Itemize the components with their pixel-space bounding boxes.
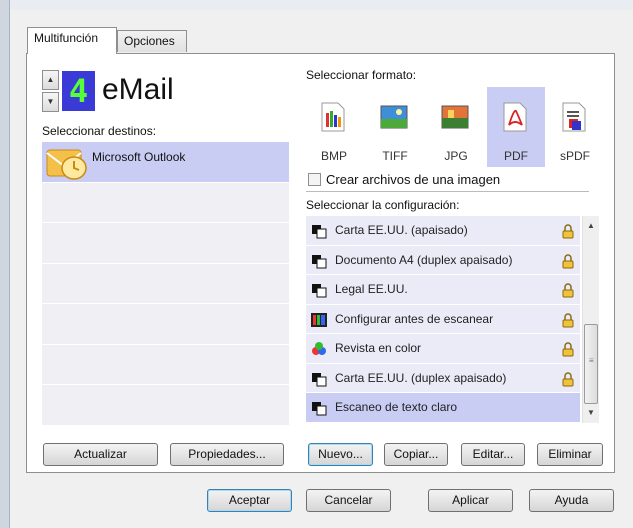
properties-button[interactable]: Propiedades...	[170, 443, 284, 466]
scan-page-icon	[312, 225, 327, 239]
lock-icon	[562, 371, 574, 386]
format-bmp[interactable]: BMP	[305, 87, 363, 167]
scan-page-icon	[312, 254, 327, 268]
spdf-icon	[562, 102, 586, 132]
scan-page-icon	[312, 284, 327, 298]
outlook-icon	[46, 149, 87, 180]
configuration-item-selected[interactable]: Escaneo de texto claro	[306, 393, 580, 423]
refresh-button[interactable]: Actualizar	[43, 443, 158, 466]
ok-button[interactable]: Aceptar	[207, 489, 292, 512]
configuration-label: Configurar antes de escanear	[335, 311, 494, 326]
destination-empty-row	[42, 304, 289, 345]
format-pdf[interactable]: PDF	[487, 87, 545, 167]
scan-page-icon	[312, 372, 327, 386]
delete-button[interactable]: Eliminar	[537, 443, 603, 466]
tiff-icon	[380, 105, 408, 129]
configuration-label: Revista en color	[335, 341, 422, 355]
configuration-list[interactable]: Carta EE.UU. (apaisado) Documento A4 (du…	[306, 216, 580, 423]
configuration-label: Legal EE.UU.	[335, 282, 408, 296]
configurations-heading: Seleccionar la configuración:	[306, 198, 460, 212]
single-image-files-checkbox[interactable]	[308, 173, 321, 186]
destination-empty-row	[42, 385, 289, 426]
destinations-heading: Seleccionar destinos:	[42, 124, 157, 138]
lock-icon	[562, 224, 574, 239]
configuration-item[interactable]: Revista en color	[306, 334, 580, 364]
edit-button[interactable]: Editar...	[461, 443, 525, 466]
help-button[interactable]: Ayuda	[529, 489, 614, 512]
new-button[interactable]: Nuevo...	[308, 443, 373, 466]
destination-empty-row	[42, 223, 289, 264]
formats-heading: Seleccionar formato:	[306, 68, 417, 82]
destination-spinner[interactable]: ▲ ▼	[42, 70, 59, 112]
scroll-thumb[interactable]: ≡	[584, 324, 598, 404]
color-blocks-icon	[312, 342, 326, 355]
format-spdf[interactable]: sPDF	[546, 87, 604, 167]
configuration-label: Carta EE.UU. (duplex apaisado)	[335, 370, 507, 385]
configuration-item[interactable]: Carta EE.UU. (apaisado)	[306, 216, 580, 246]
scan-page-icon	[312, 402, 327, 416]
scroll-down-arrow-icon[interactable]: ▼	[583, 405, 599, 421]
format-label: BMP	[320, 149, 347, 163]
spin-up-button[interactable]: ▲	[42, 70, 59, 90]
configuration-scrollbar[interactable]: ▲ ≡ ▼	[582, 216, 599, 423]
lock-icon	[562, 342, 574, 357]
configuration-item[interactable]: Configurar antes de escanear	[306, 304, 580, 334]
lock-icon	[562, 253, 574, 268]
configuration-label: Carta EE.UU. (apaisado)	[335, 223, 468, 237]
configuration-label: Documento A4 (duplex apaisado)	[335, 252, 513, 267]
format-label: PDF	[504, 149, 528, 163]
format-jpg[interactable]: JPG	[427, 87, 485, 167]
apply-button[interactable]: Aplicar	[428, 489, 513, 512]
single-image-files-option[interactable]: Crear archivos de una imagen	[308, 172, 500, 187]
grip-icon: ≡	[589, 356, 594, 365]
copy-button[interactable]: Copiar...	[384, 443, 448, 466]
destination-empty-row	[42, 344, 289, 385]
single-image-files-label: Crear archivos de una imagen	[326, 172, 501, 187]
destination-list[interactable]: Microsoft Outlook	[42, 142, 289, 426]
configuration-item[interactable]: Carta EE.UU. (duplex apaisado)	[306, 363, 580, 393]
configuration-label: Escaneo de texto claro	[335, 400, 458, 414]
jpg-icon	[441, 105, 469, 129]
divider	[306, 191, 589, 192]
format-label: TIFF	[382, 149, 408, 163]
lock-icon	[562, 312, 574, 327]
configuration-item[interactable]: Documento A4 (duplex apaisado)	[306, 245, 580, 275]
destination-empty-row	[42, 263, 289, 304]
format-label: sPDF	[560, 149, 590, 163]
destination-item-outlook[interactable]: Microsoft Outlook	[42, 142, 289, 183]
scroll-up-arrow-icon[interactable]: ▲	[583, 218, 599, 234]
destination-app-title: eMail	[102, 73, 174, 106]
destination-label: Microsoft Outlook	[92, 150, 186, 164]
destination-empty-row	[42, 182, 289, 223]
configuration-item[interactable]: Legal EE.UU.	[306, 275, 580, 305]
spin-down-button[interactable]: ▼	[42, 92, 59, 112]
format-tiff[interactable]: TIFF	[366, 87, 424, 167]
cancel-button[interactable]: Cancelar	[306, 489, 391, 512]
lock-icon	[562, 283, 574, 298]
bmp-icon	[321, 102, 345, 132]
format-label: JPG	[444, 149, 468, 163]
pdf-icon	[503, 102, 527, 132]
lcd-button-number: 4	[62, 71, 95, 111]
color-config-icon	[311, 312, 327, 327]
